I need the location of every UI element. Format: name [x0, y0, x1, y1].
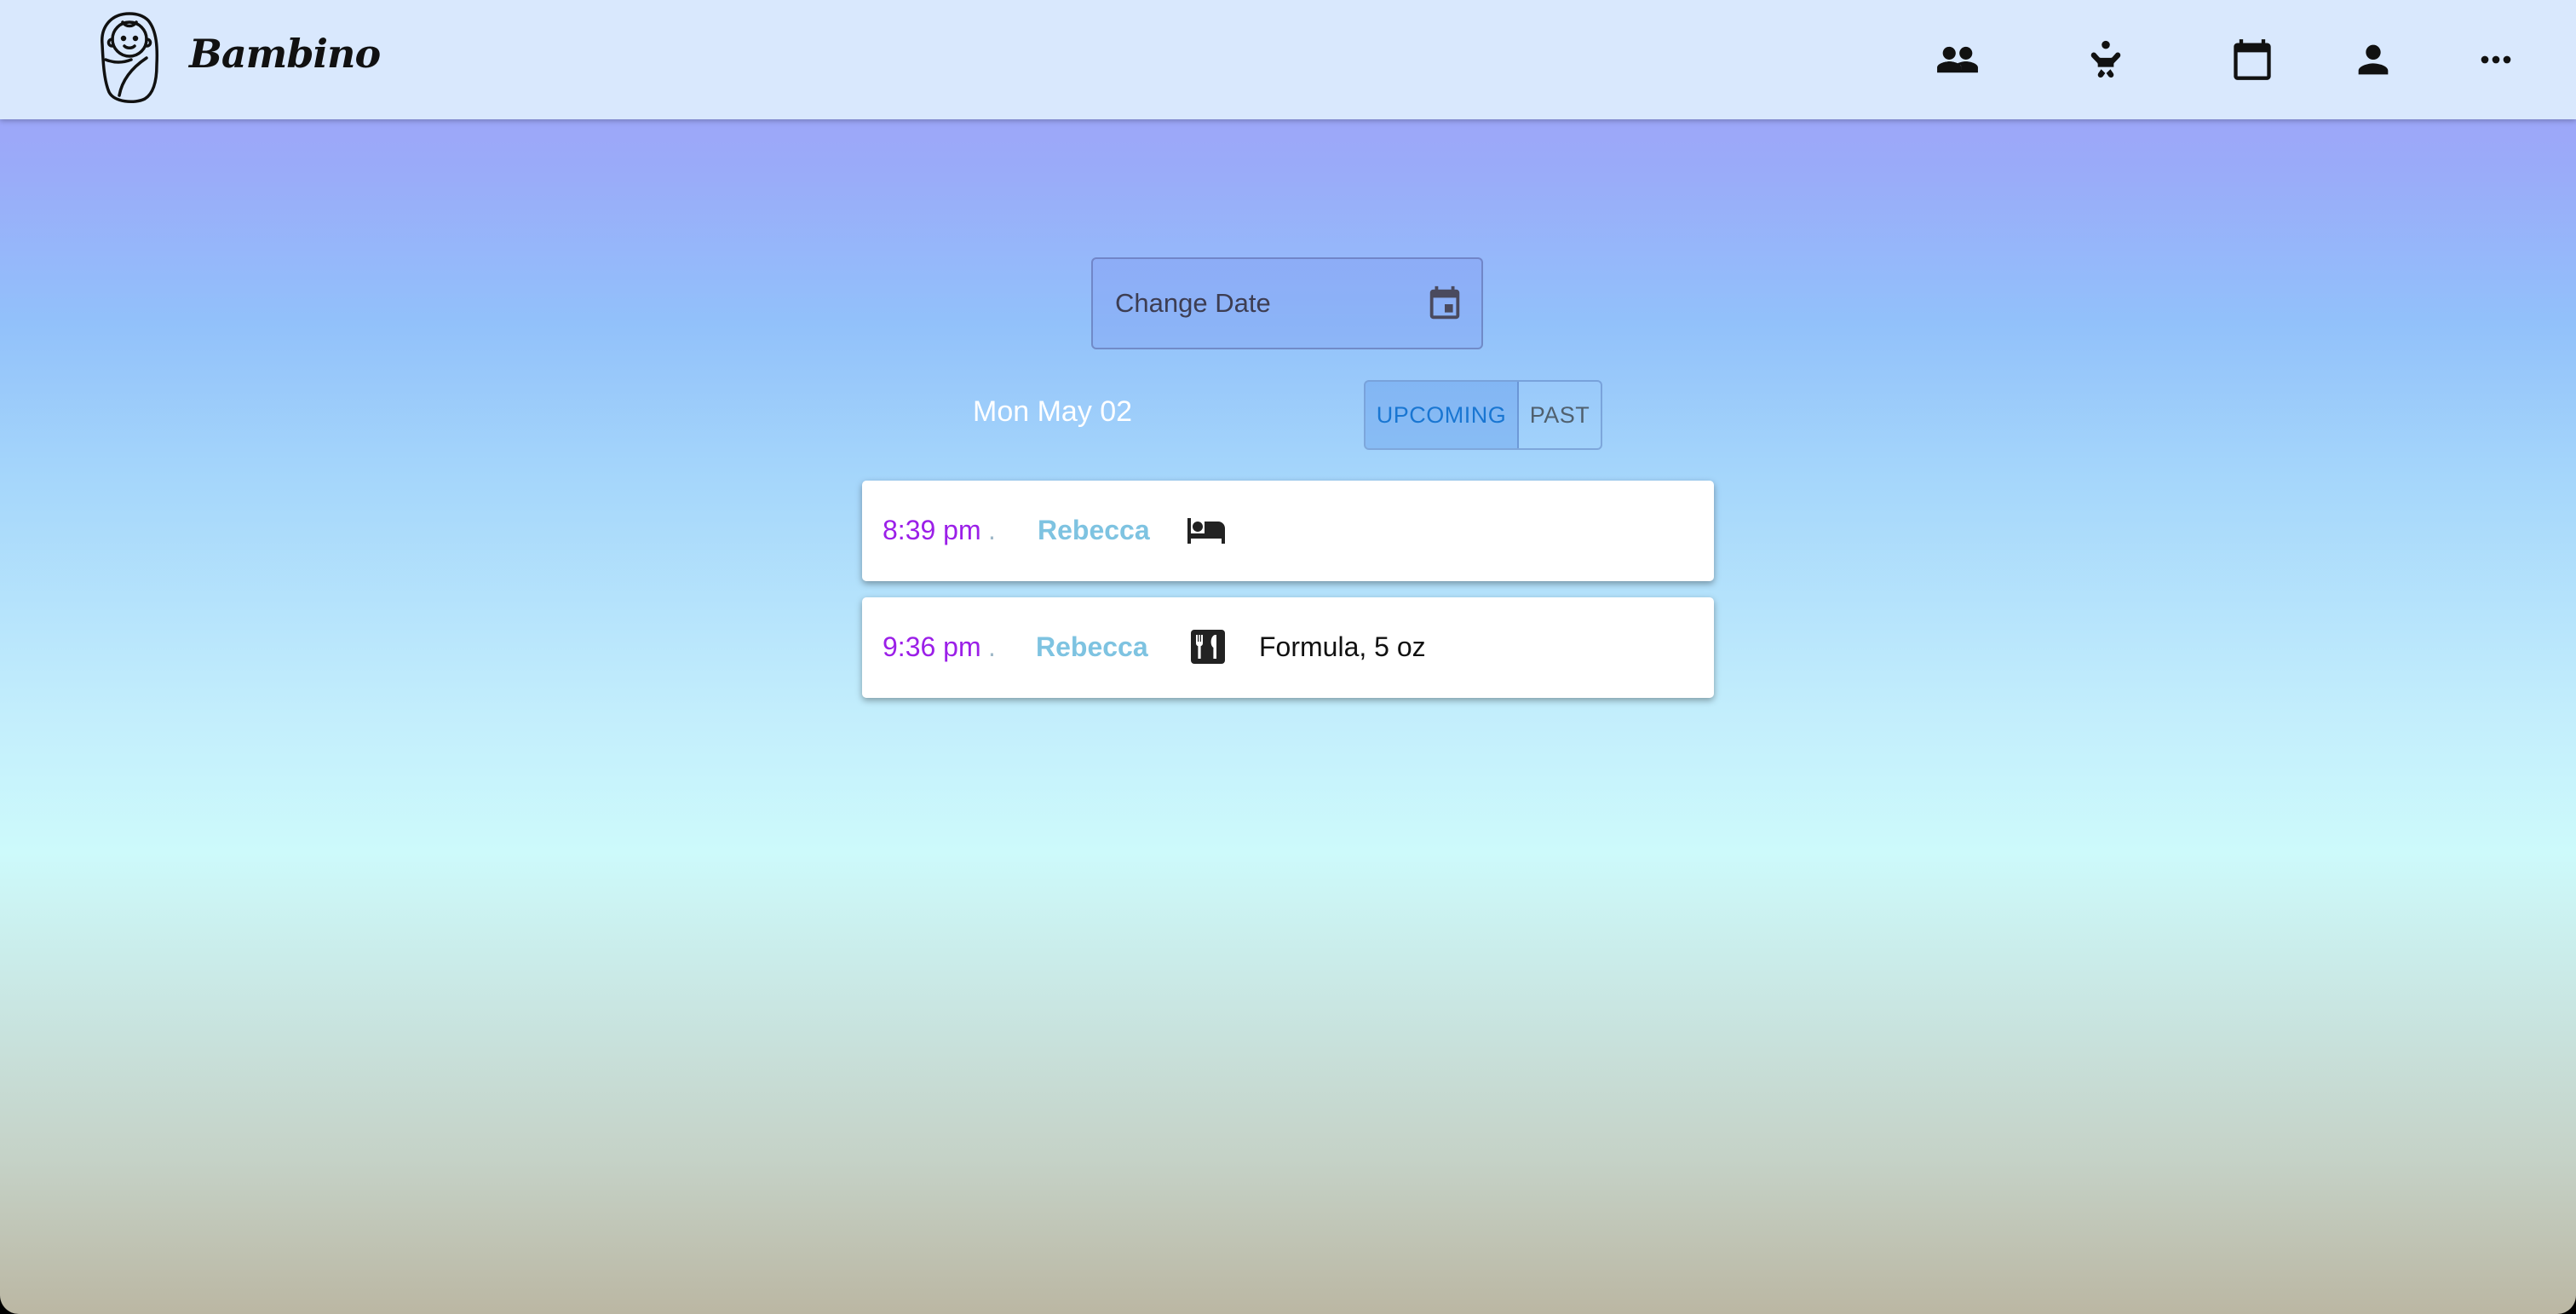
- people-icon[interactable]: [1932, 34, 1983, 85]
- calendar-icon[interactable]: [2227, 34, 2278, 85]
- event-card[interactable]: 9:36 pm . Rebecca Formula, 5 oz: [862, 597, 1714, 698]
- brand-title[interactable]: Bambino: [189, 31, 381, 77]
- event-baby-name: Rebecca: [1036, 631, 1148, 662]
- event-detail: Formula, 5 oz: [1259, 631, 1426, 662]
- restaurant-icon: [1187, 626, 1228, 667]
- past-toggle-button[interactable]: PAST: [1519, 382, 1601, 448]
- change-date-field[interactable]: Change Date: [1091, 257, 1483, 349]
- more-horiz-icon[interactable]: [2470, 34, 2521, 85]
- baby-icon[interactable]: [2080, 34, 2131, 85]
- event-baby-name: Rebecca: [1038, 515, 1150, 545]
- person-icon[interactable]: [2348, 34, 2399, 85]
- swaddled-baby-logo-icon[interactable]: [97, 10, 162, 106]
- calendar-event-icon[interactable]: [1425, 285, 1464, 324]
- event-separator-dot: .: [988, 515, 996, 545]
- event-time: 8:39 pm: [883, 515, 981, 545]
- app-window: Bambino Change Date Mon May 02 UPCOMING …: [0, 0, 2576, 1314]
- event-separator-dot: .: [988, 631, 996, 662]
- current-date-label: Mon May 02: [973, 395, 1133, 428]
- bed-icon: [1186, 510, 1227, 550]
- upcoming-toggle-button[interactable]: UPCOMING: [1366, 382, 1519, 448]
- change-date-label: Change Date: [1115, 288, 1271, 318]
- event-time: 9:36 pm: [883, 631, 981, 662]
- upcoming-past-toggle: UPCOMING PAST: [1364, 380, 1602, 450]
- app-bar: Bambino: [0, 0, 2576, 119]
- event-card[interactable]: 8:39 pm . Rebecca: [862, 481, 1714, 581]
